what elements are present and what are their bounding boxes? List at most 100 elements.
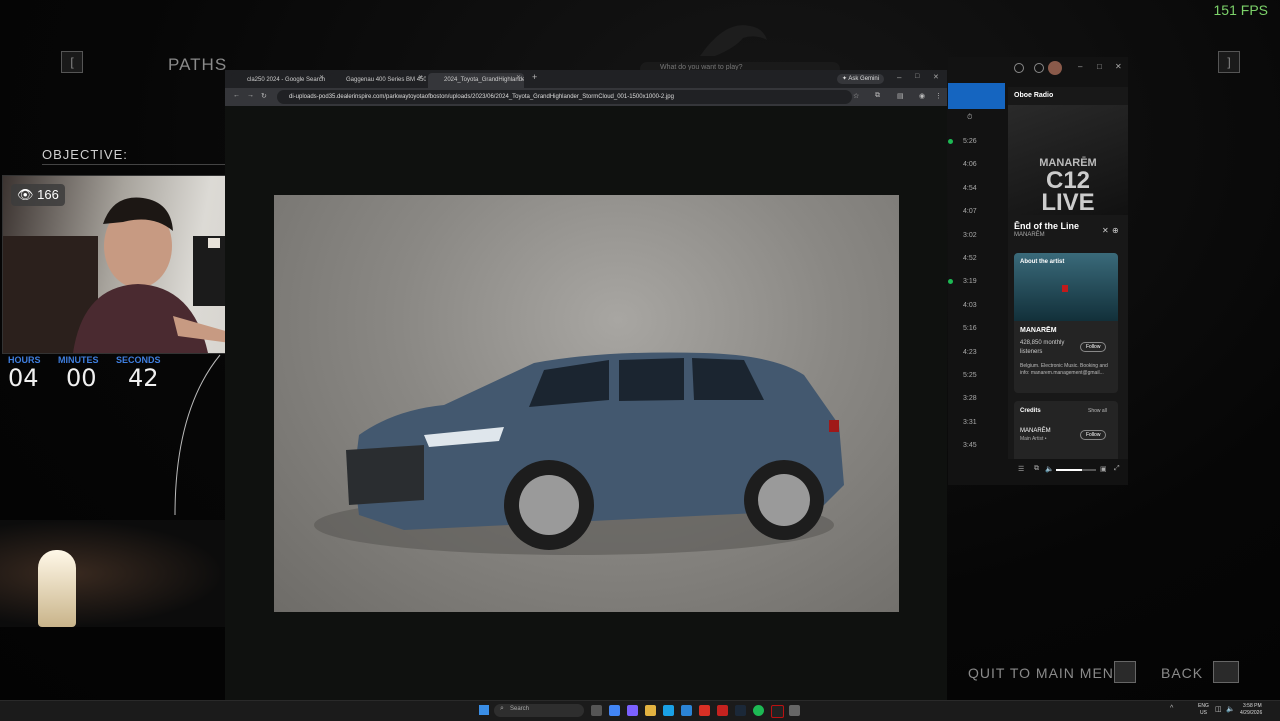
maximize-icon[interactable]: □ [1097, 62, 1102, 71]
notepad-icon[interactable] [789, 705, 800, 716]
queue-icon[interactable]: ☰ [1018, 465, 1024, 473]
reload-icon[interactable]: ↻ [261, 92, 267, 100]
vehicle-image[interactable] [274, 195, 899, 612]
monthly-listeners: 428,850 monthly listeners [1020, 340, 1065, 355]
quit-to-main-menu-button[interactable]: QUIT TO MAIN MENU [968, 665, 1125, 681]
volume-icon[interactable]: 🔈 [1226, 705, 1235, 713]
credit-follow-button[interactable]: Follow [1080, 430, 1107, 440]
track-duration: 4:23 [963, 348, 977, 356]
browser-window: cla250 2024 - Google Search ✕ Gaggenau 4… [225, 70, 947, 700]
spotify-icon[interactable] [753, 705, 764, 716]
search-icon: ⌕ [500, 705, 504, 712]
region-indicator: US [1200, 710, 1207, 716]
tab-close-icon[interactable]: ✕ [319, 74, 324, 81]
spotify-highlight-tab[interactable] [948, 83, 1005, 109]
follow-button[interactable]: Follow [1080, 342, 1107, 352]
devices-icon[interactable]: ⧉ [1034, 465, 1039, 473]
lamp-glow [38, 550, 76, 627]
forward-arrow-icon[interactable]: → [247, 92, 254, 99]
start-windows-icon[interactable] [479, 705, 489, 715]
file-explorer-icon[interactable] [645, 705, 656, 716]
back-arrow-icon[interactable]: ← [233, 92, 240, 99]
profile-icon[interactable]: ◉ [919, 92, 925, 100]
minimize-icon[interactable]: – [897, 73, 901, 82]
tab-close-icon[interactable]: ✕ [418, 74, 423, 81]
steam-icon[interactable] [735, 705, 746, 716]
right-bracket-key: ] [1218, 51, 1240, 73]
credit-role: Main Artist • [1020, 436, 1047, 442]
tray-chevron-icon[interactable]: ^ [1170, 705, 1173, 712]
volume-fill [1056, 469, 1082, 471]
edge-icon[interactable] [663, 705, 674, 716]
timer-hours: 04 [8, 364, 39, 392]
taskbar-search[interactable]: ⌕ Search [494, 704, 584, 717]
track-duration: 4:07 [963, 208, 977, 216]
copilot-icon[interactable] [627, 705, 638, 716]
album-cover: MANARĒM C12 LIVE [1008, 105, 1128, 216]
network-icon[interactable]: ◫ [1215, 705, 1222, 713]
quit-key-icon [1114, 661, 1136, 683]
notification-icon[interactable] [1014, 63, 1024, 73]
tab-google-search[interactable]: cla250 2024 - Google Search [231, 73, 327, 88]
track-duration: 5:16 [963, 325, 977, 333]
sidebar-icon[interactable]: ▤ [897, 92, 904, 100]
ask-gemini-button[interactable]: ✦ Ask Gemini [837, 74, 885, 84]
spotify-window: – □ ✕ ⏱ 5:26 4:06 4:54 4:07 3:02 4:52 3:19 4:03… [948, 57, 1128, 485]
clock-time[interactable]: 3:58 PM [1243, 703, 1262, 709]
show-all-link[interactable]: Show all [1088, 408, 1107, 414]
volume-icon[interactable]: 🔈 [1045, 465, 1054, 473]
tab-close-icon[interactable]: ✕ [516, 74, 521, 81]
artist-name[interactable]: MANARĒM [1020, 327, 1057, 334]
maximize-icon[interactable]: □ [915, 73, 919, 80]
chrome-icon[interactable] [609, 705, 620, 716]
task-view-icon[interactable] [591, 705, 602, 716]
user-avatar[interactable] [1048, 61, 1062, 75]
language-indicator[interactable]: ENG [1198, 703, 1209, 709]
address-bar[interactable]: di-uploads-pod35.dealerinspire.com/parkw… [277, 90, 852, 104]
bookmark-star-icon[interactable]: ☆ [853, 92, 859, 100]
game-app-icon[interactable] [771, 705, 784, 718]
friends-icon[interactable] [1034, 63, 1044, 73]
viewer-count: 166 [37, 187, 59, 202]
extensions-icon[interactable]: ⧉ [875, 92, 880, 100]
miniplayer-icon[interactable]: ▣ [1100, 465, 1107, 473]
youtube-icon[interactable] [699, 705, 710, 716]
track-duration: 5:25 [963, 372, 977, 379]
close-icon[interactable]: ✕ [1115, 62, 1122, 71]
game-logo-icon [700, 25, 767, 56]
store-icon[interactable] [681, 705, 692, 716]
game-page-title: PATHS [168, 55, 228, 74]
minimize-icon[interactable]: – [1078, 62, 1082, 71]
track-duration: 3:19 [963, 278, 977, 286]
track-duration: 3:31 [963, 418, 977, 426]
about-artist-card[interactable]: About the artist [1014, 253, 1118, 321]
clock-date: 4/29/2026 [1240, 710, 1263, 716]
close-icon[interactable]: ✕ [933, 73, 939, 81]
browser-toolbar: ← → ↻ di-uploads-pod35.dealerinspire.com… [225, 88, 947, 106]
fullscreen-icon[interactable]: ⤢ [1114, 465, 1120, 473]
scene-lamp-area [0, 520, 225, 627]
gemini-icon: ✦ [842, 76, 848, 82]
eye-icon: 👁 [17, 187, 34, 202]
volume-slider[interactable] [1056, 469, 1096, 471]
player-controls-bar: ☰ ⧉ 🔈 ▣ ⤢ [948, 459, 1128, 485]
track-duration: 4:06 [963, 161, 977, 169]
gmail-icon[interactable] [717, 705, 728, 716]
close-panel-icon[interactable]: ✕ [1102, 226, 1109, 235]
new-tab-icon[interactable]: + [532, 72, 537, 82]
menu-kebab-icon[interactable]: ⋮ [935, 92, 942, 100]
track-artist[interactable]: MANARĒM [1014, 232, 1045, 238]
now-playing-panel: Oboe Radio MANARĒM C12 LIVE Ēnd of the L… [1008, 87, 1128, 485]
tab-gaggenau[interactable]: Gaggenau 400 Series BM 450... [330, 73, 426, 88]
downloaded-indicator-icon [948, 139, 953, 144]
tab-toyota-image[interactable]: 2024_Toyota_GrandHighlander... [428, 73, 524, 88]
cover-line3: LIVE [1041, 189, 1095, 216]
track-title[interactable]: Ēnd of the Line [1014, 221, 1079, 231]
track-duration: 3:45 [963, 442, 977, 450]
back-button[interactable]: BACK [1161, 665, 1203, 681]
objective-divider [42, 164, 225, 165]
viewer-count-badge: 👁 166 [11, 184, 65, 206]
add-to-library-icon[interactable]: ⊕ [1112, 226, 1119, 235]
artist-image-mark [1062, 285, 1068, 292]
back-key-icon [1213, 661, 1239, 683]
